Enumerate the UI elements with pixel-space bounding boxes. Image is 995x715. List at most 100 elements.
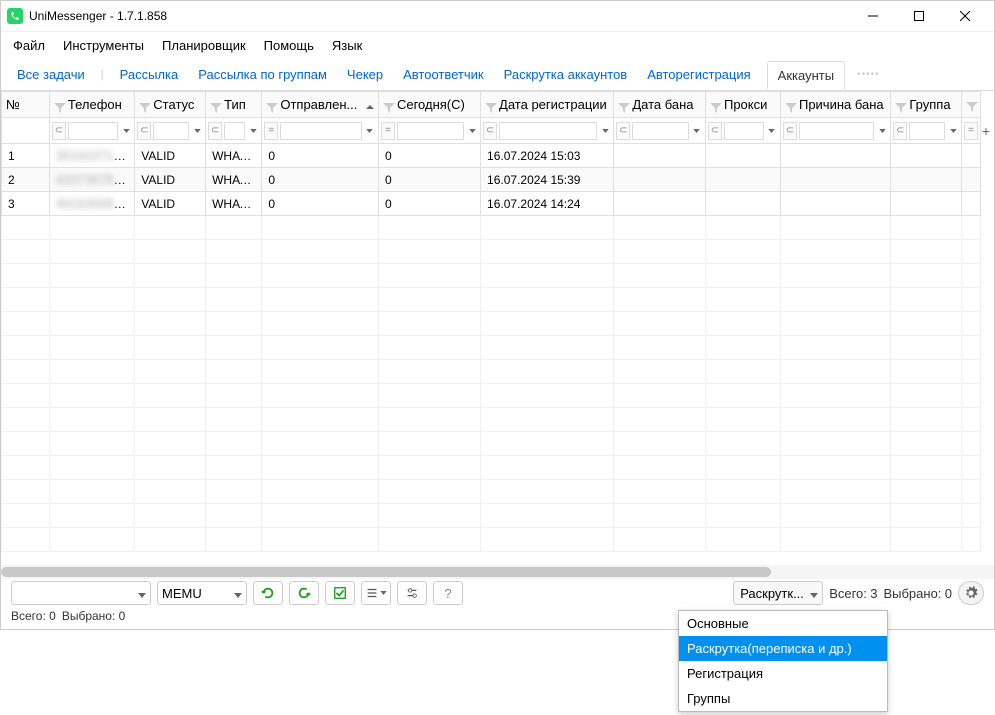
dropdown-item-promote[interactable]: Раскрутка(переписка и др.) — [679, 636, 887, 661]
status-selected-2: Выбрано: 0 — [62, 609, 126, 623]
col-regdate[interactable]: Дата регистрации — [481, 92, 614, 118]
col-today[interactable]: Сегодня(С) — [378, 92, 480, 118]
tab-overflow-icon[interactable]: ••••• — [857, 69, 880, 80]
col-status[interactable]: Статус — [135, 92, 206, 118]
table-row — [2, 432, 981, 456]
table-row — [2, 504, 981, 528]
filter-icon — [618, 101, 630, 111]
view-selector-combo[interactable]: Раскрутк... — [733, 581, 823, 605]
filter-today[interactable]: = — [381, 120, 478, 141]
tab-all-tasks[interactable]: Все задачи — [13, 61, 89, 88]
filter-extra[interactable]: = — [964, 120, 978, 141]
chevron-down-icon — [234, 586, 242, 601]
col-type[interactable]: Тип — [206, 92, 262, 118]
chevron-down-icon — [810, 586, 818, 601]
sliders-button[interactable] — [397, 581, 427, 605]
accounts-table: № Телефон Статус Тип Отправлен... Сегодн… — [1, 91, 981, 552]
menu-scheduler[interactable]: Планировщик — [162, 38, 246, 53]
filter-icon — [139, 101, 151, 111]
col-proxy[interactable]: Прокси — [705, 92, 780, 118]
app-window: UniMessenger - 1.7.1.858 Файл Инструмент… — [0, 0, 995, 630]
table-row[interactable]: 1351910715296VALIDWHATS...0016.07.2024 1… — [2, 144, 981, 168]
chevron-down-icon[interactable] — [364, 122, 376, 140]
chevron-down-icon — [138, 586, 146, 601]
add-column-button[interactable]: + — [978, 119, 994, 143]
menu-tools[interactable]: Инструменты — [63, 38, 144, 53]
emulator-combo[interactable]: MEMU — [157, 581, 247, 605]
view-selector-dropdown: Основные Раскрутка(переписка и др.) Реги… — [678, 610, 888, 712]
filter-status[interactable]: ⊂ — [137, 120, 203, 141]
settings-button[interactable] — [958, 581, 984, 605]
tab-bar: Все задачи | Рассылка Рассылка по группа… — [1, 59, 994, 91]
table-row — [2, 264, 981, 288]
filter-type[interactable]: ⊂ — [208, 120, 259, 141]
selected-label: Выбрано: 0 — [883, 586, 952, 601]
refresh-all-button[interactable] — [253, 581, 283, 605]
filter-icon — [210, 101, 222, 111]
filter-bandate[interactable]: ⊂ — [616, 120, 703, 141]
horizontal-scrollbar[interactable] — [1, 565, 994, 579]
status-total-2: Всего: 0 — [11, 609, 56, 623]
check-button[interactable] — [325, 581, 355, 605]
chevron-down-icon[interactable] — [247, 122, 259, 140]
filter-phone[interactable]: ⊂ — [52, 120, 132, 141]
minimize-button[interactable] — [850, 1, 896, 31]
device-combo[interactable] — [11, 581, 151, 605]
table-row[interactable]: 3491630088436VALIDWHATS...0016.07.2024 1… — [2, 192, 981, 216]
filter-icon — [383, 101, 395, 111]
filter-proxy[interactable]: ⊂ — [708, 120, 778, 141]
tab-checker[interactable]: Чекер — [343, 61, 387, 88]
col-sent[interactable]: Отправлен... — [262, 92, 379, 118]
chevron-down-icon[interactable] — [120, 122, 132, 140]
col-group[interactable]: Группа — [891, 92, 962, 118]
col-num[interactable]: № — [2, 92, 50, 118]
dropdown-item-groups[interactable]: Группы — [679, 686, 887, 711]
chevron-down-icon[interactable] — [876, 122, 888, 140]
chevron-down-icon[interactable] — [599, 122, 611, 140]
tab-autoreg[interactable]: Авторегистрация — [643, 61, 754, 88]
filter-sent[interactable]: = — [264, 120, 376, 141]
table-row[interactable]: 2420736780791VALIDWHATS...0016.07.2024 1… — [2, 168, 981, 192]
tab-group-mailing[interactable]: Рассылка по группам — [194, 61, 331, 88]
table-row — [2, 240, 981, 264]
maximize-button[interactable] — [896, 1, 942, 31]
col-phone[interactable]: Телефон — [49, 92, 134, 118]
table-row — [2, 528, 981, 552]
filter-regdate[interactable]: ⊂ — [483, 120, 611, 141]
chevron-down-icon[interactable] — [947, 122, 959, 140]
refresh-button[interactable] — [289, 581, 319, 605]
tab-autoreply[interactable]: Автоответчик — [399, 61, 487, 88]
table-row — [2, 384, 981, 408]
filter-icon — [266, 101, 278, 111]
table-row — [2, 480, 981, 504]
tab-accounts[interactable]: Аккаунты — [767, 61, 845, 90]
scrollbar-thumb[interactable] — [1, 567, 771, 577]
col-extra[interactable] — [962, 92, 981, 118]
filter-group[interactable]: ⊂ — [893, 120, 959, 141]
filter-icon — [966, 100, 978, 110]
chevron-down-icon[interactable] — [766, 122, 778, 140]
table-row — [2, 312, 981, 336]
dropdown-item-main[interactable]: Основные — [679, 611, 887, 636]
list-button[interactable] — [361, 581, 391, 605]
chevron-down-icon[interactable] — [466, 122, 478, 140]
filter-banreason[interactable]: ⊂ — [783, 120, 888, 141]
col-banreason[interactable]: Причина бана — [780, 92, 890, 118]
tab-mailing[interactable]: Рассылка — [116, 61, 183, 88]
table-row — [2, 288, 981, 312]
close-button[interactable] — [942, 1, 988, 31]
chevron-down-icon[interactable] — [691, 122, 703, 140]
chevron-down-icon[interactable] — [191, 122, 203, 140]
tab-separator: | — [101, 69, 104, 81]
gear-icon — [964, 586, 978, 600]
table-row — [2, 408, 981, 432]
tab-promote[interactable]: Раскрутка аккаунтов — [500, 61, 632, 88]
filter-icon — [710, 101, 722, 111]
menu-lang[interactable]: Язык — [332, 38, 362, 53]
table-row — [2, 456, 981, 480]
help-button[interactable]: ? — [433, 581, 463, 605]
menu-help[interactable]: Помощь — [264, 38, 314, 53]
dropdown-item-registration[interactable]: Регистрация — [679, 661, 887, 686]
col-bandate[interactable]: Дата бана — [614, 92, 706, 118]
menu-file[interactable]: Файл — [13, 38, 45, 53]
